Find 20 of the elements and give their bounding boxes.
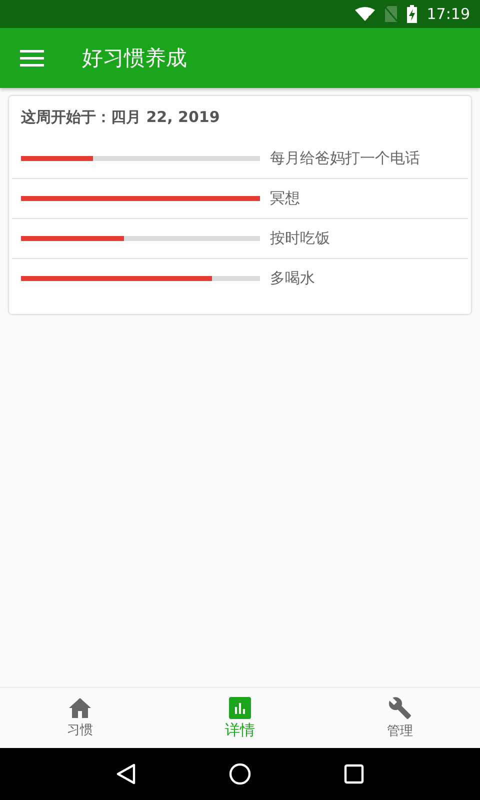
- wifi-off-icon: [354, 7, 375, 21]
- habit-name: 多喝水: [270, 269, 315, 288]
- status-time: 17:19: [426, 5, 470, 23]
- battery-charging-icon: [406, 5, 417, 23]
- app-title: 好习惯养成: [82, 45, 187, 72]
- home-circle-icon[interactable]: [228, 763, 251, 785]
- nav-tab[interactable]: 管理: [320, 688, 480, 748]
- nav-tab[interactable]: 习惯: [0, 688, 160, 748]
- home-icon: [68, 697, 92, 719]
- habit-name: 冥想: [270, 189, 300, 208]
- no-sim-icon: [384, 6, 397, 22]
- nav-tab[interactable]: 详情: [160, 688, 320, 748]
- bar-chart-icon: [229, 696, 251, 718]
- week-start-heading: 这周开始于：四月 22, 2019: [20, 108, 221, 128]
- recents-icon[interactable]: [344, 764, 364, 784]
- habit-name: 按时吃饭: [270, 229, 330, 248]
- wrench-icon: [387, 696, 413, 720]
- habit-name: 每月给爸妈打一个电话: [270, 149, 420, 168]
- menu-icon[interactable]: [20, 49, 44, 67]
- back-icon[interactable]: [116, 763, 136, 785]
